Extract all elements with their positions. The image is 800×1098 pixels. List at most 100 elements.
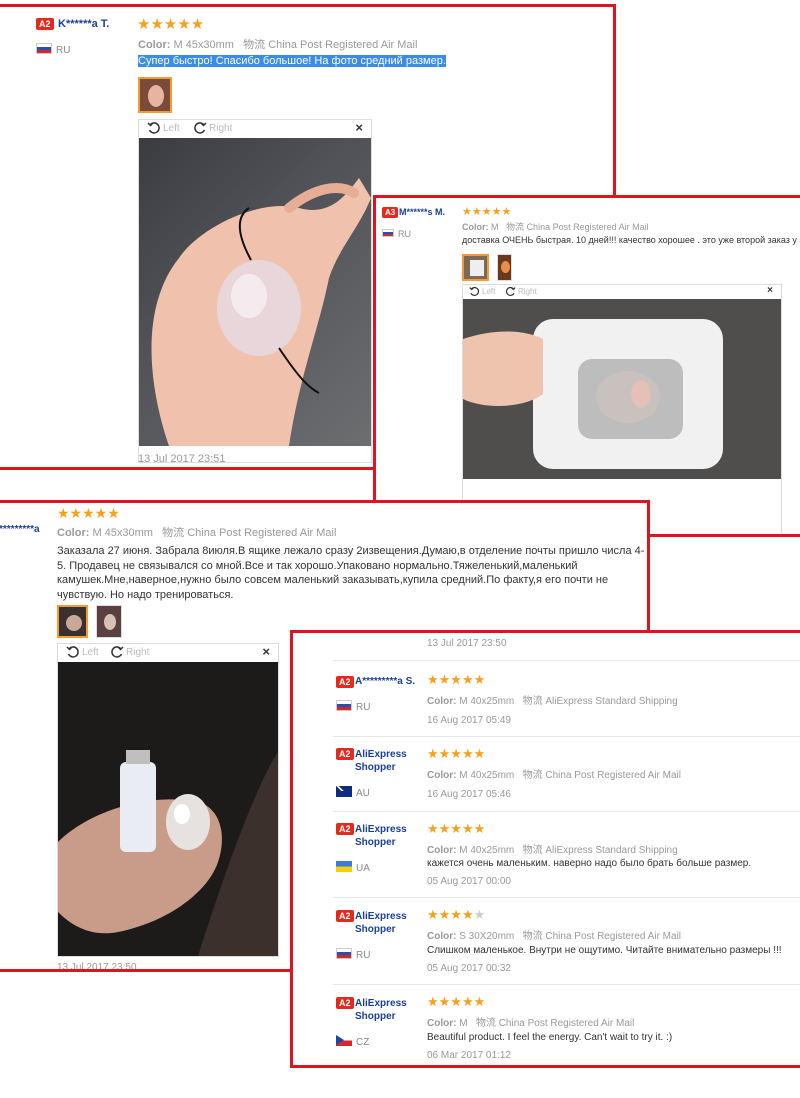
viewer-toolbar: Left Right × bbox=[58, 644, 278, 662]
buyer-level-badge: A2 bbox=[336, 676, 354, 688]
rotate-left-button[interactable]: Left bbox=[147, 121, 180, 135]
order-info: Color: M 40x25mm 物流 AliExpress Standard … bbox=[427, 696, 678, 707]
rotate-left-icon bbox=[147, 122, 160, 134]
order-info: Color: M 40x25mm 物流 AliExpress Standard … bbox=[427, 845, 678, 856]
rotate-left-button[interactable]: Left bbox=[469, 286, 495, 297]
order-info: Color: M 45x30mm 物流 China Post Registere… bbox=[138, 39, 418, 51]
buyer-level-badge: A2 bbox=[336, 997, 354, 1009]
flag-au-icon bbox=[336, 786, 352, 798]
color-value: M 45x30mm bbox=[173, 39, 234, 51]
photo-viewer: Left Right × bbox=[57, 643, 279, 957]
rating-stars: ★★★★★ bbox=[462, 206, 512, 218]
flag-ua-icon bbox=[336, 861, 352, 873]
order-info: Color: M 40x25mm 物流 China Post Registere… bbox=[427, 770, 681, 781]
hand-with-egg-illustration bbox=[151, 178, 371, 446]
close-icon[interactable]: × bbox=[767, 285, 773, 296]
review-item: A2 AliExpress Shopper UA ★★★★★ Color: M … bbox=[293, 812, 800, 898]
rotate-right-button[interactable]: Right bbox=[193, 121, 232, 135]
flag-ru-icon bbox=[336, 948, 352, 960]
flag-ru-icon bbox=[336, 700, 352, 712]
shipping-label: 物流 bbox=[243, 39, 266, 51]
review-date: 13 Jul 2017 23:50 bbox=[427, 638, 507, 649]
buyer-name[interactable]: K******a T. bbox=[58, 18, 109, 30]
buyer-level-badge: A2 bbox=[336, 823, 354, 835]
review-date: 13 Jul 2017 23:51 bbox=[138, 453, 226, 465]
review-item: A2 AliExpress Shopper AU ★★★★★ Color: M … bbox=[293, 737, 800, 811]
review-text: доставка ОЧЕНЬ быстрая. 10 дней!!! качес… bbox=[462, 235, 800, 245]
shipping-method: China Post Registered Air Mail bbox=[187, 527, 337, 539]
buyer-country: RU bbox=[336, 945, 370, 963]
review-photo bbox=[139, 138, 371, 446]
shipping-method: China Post Registered Air Mail bbox=[526, 222, 649, 232]
review-item: A2 AliExpress Shopper RU ★★★★★ Color: S … bbox=[293, 898, 800, 984]
buyer-name[interactable]: AliExpress Shopper bbox=[355, 823, 427, 849]
review-date: 05 Aug 2017 00:00 bbox=[427, 876, 511, 887]
rotate-right-icon bbox=[505, 286, 516, 296]
rating-stars: ★★★★★ bbox=[427, 994, 486, 1009]
shipping-method: China Post Registered Air Mail bbox=[268, 39, 418, 51]
review-date: 16 Aug 2017 05:46 bbox=[427, 789, 511, 800]
review-item: A2 AliExpress Shopper CZ ★★★★★ Color: M … bbox=[293, 985, 800, 1065]
viewer-toolbar: Left Right × bbox=[139, 120, 371, 138]
rotate-left-icon bbox=[66, 646, 79, 658]
rating-stars: ★★★★★ bbox=[427, 746, 486, 761]
buyer-name[interactable]: A*********a S. bbox=[355, 676, 415, 687]
color-value: M 45x30mm bbox=[92, 527, 153, 539]
order-info: Color: M 物流 China Post Registered Air Ma… bbox=[462, 222, 649, 232]
rating-stars: ★★★★★ bbox=[427, 907, 486, 922]
photo-viewer: Left Right × bbox=[138, 119, 372, 463]
photo-thumbnail[interactable] bbox=[138, 77, 172, 113]
flag-ru-icon bbox=[36, 43, 52, 55]
order-info: Color: M 物流 China Post Registered Air Ma… bbox=[427, 1018, 635, 1029]
close-icon[interactable]: × bbox=[262, 644, 270, 659]
viewer-toolbar: Left Right × bbox=[463, 285, 781, 299]
photo-thumbnail[interactable] bbox=[462, 254, 489, 281]
buyer-country: AU bbox=[336, 783, 370, 801]
rotate-right-icon bbox=[111, 646, 124, 658]
flag-cz-icon bbox=[336, 1035, 352, 1047]
photo-thumbnail[interactable] bbox=[57, 605, 88, 638]
review-photo bbox=[58, 662, 278, 956]
buyer-level-badge: A2 bbox=[336, 910, 354, 922]
rating-stars: ★★★★★ bbox=[427, 672, 486, 687]
review-panel-2: A3 M******s M. RU ★★★★★ Color: M 物流 Chin… bbox=[373, 195, 800, 537]
buyer-name[interactable]: AliExpress Shopper bbox=[355, 910, 427, 936]
foam-box-illustration bbox=[463, 299, 781, 479]
buyer-level-badge: A2 bbox=[36, 18, 54, 30]
review-text: кажется очень маленьким. наверно надо бы… bbox=[427, 858, 752, 869]
rotate-right-button[interactable]: Right bbox=[110, 645, 149, 659]
buyer-name-partial[interactable]: *********a bbox=[0, 524, 40, 535]
buyer-country: UA bbox=[336, 858, 370, 876]
review-text: Слишком маленькое. Внутри не ощутимо. Чи… bbox=[427, 945, 782, 956]
rotate-left-button[interactable]: Left bbox=[66, 645, 99, 659]
buyer-name[interactable]: M******s M. bbox=[399, 207, 445, 217]
buyer-country: CZ bbox=[336, 1032, 369, 1050]
buyer-name[interactable]: AliExpress Shopper bbox=[355, 997, 427, 1023]
buyer-name[interactable]: AliExpress Shopper bbox=[355, 748, 427, 774]
photo-thumbnail[interactable] bbox=[96, 605, 122, 638]
rotate-right-button[interactable]: Right bbox=[505, 286, 537, 297]
review-date: 05 Aug 2017 00:32 bbox=[427, 963, 511, 974]
order-info: Color: S 30X20mm 物流 China Post Registere… bbox=[427, 931, 682, 942]
order-info: Color: M 45x30mm 物流 China Post Registere… bbox=[57, 527, 337, 539]
buyer-country: RU bbox=[382, 224, 411, 242]
rotate-left-icon bbox=[469, 286, 480, 296]
close-icon[interactable]: × bbox=[355, 120, 363, 135]
review-item: A2 A*********a S. RU ★★★★★ Color: M 40x2… bbox=[293, 661, 800, 735]
review-date: 13 Jul 2017 23:50 bbox=[57, 962, 137, 972]
buyer-level-badge: A2 bbox=[336, 748, 354, 760]
color-value: M bbox=[491, 222, 499, 232]
review-panel-4: 13 Jul 2017 23:50 A2 A*********a S. RU ★… bbox=[290, 630, 800, 1068]
review-text: Супер быстро! Спасибо большое! На фото с… bbox=[138, 55, 446, 67]
rating-stars: ★★★★★ bbox=[57, 505, 120, 521]
review-date: 06 Mar 2017 01:12 bbox=[427, 1050, 511, 1061]
review-text: Beautiful product. I feel the energy. Ca… bbox=[427, 1032, 673, 1043]
flag-ru-icon bbox=[382, 228, 394, 237]
buyer-country: RU bbox=[336, 697, 370, 715]
review-text: Заказала 27 июня. Забрала 8июля.В ящике … bbox=[57, 545, 645, 601]
rotate-right-icon bbox=[194, 122, 207, 134]
review-photo bbox=[463, 299, 781, 479]
buyer-level-badge: A3 bbox=[382, 207, 399, 218]
photo-thumbnail[interactable] bbox=[497, 254, 512, 281]
photo-viewer: Left Right × bbox=[462, 284, 782, 534]
